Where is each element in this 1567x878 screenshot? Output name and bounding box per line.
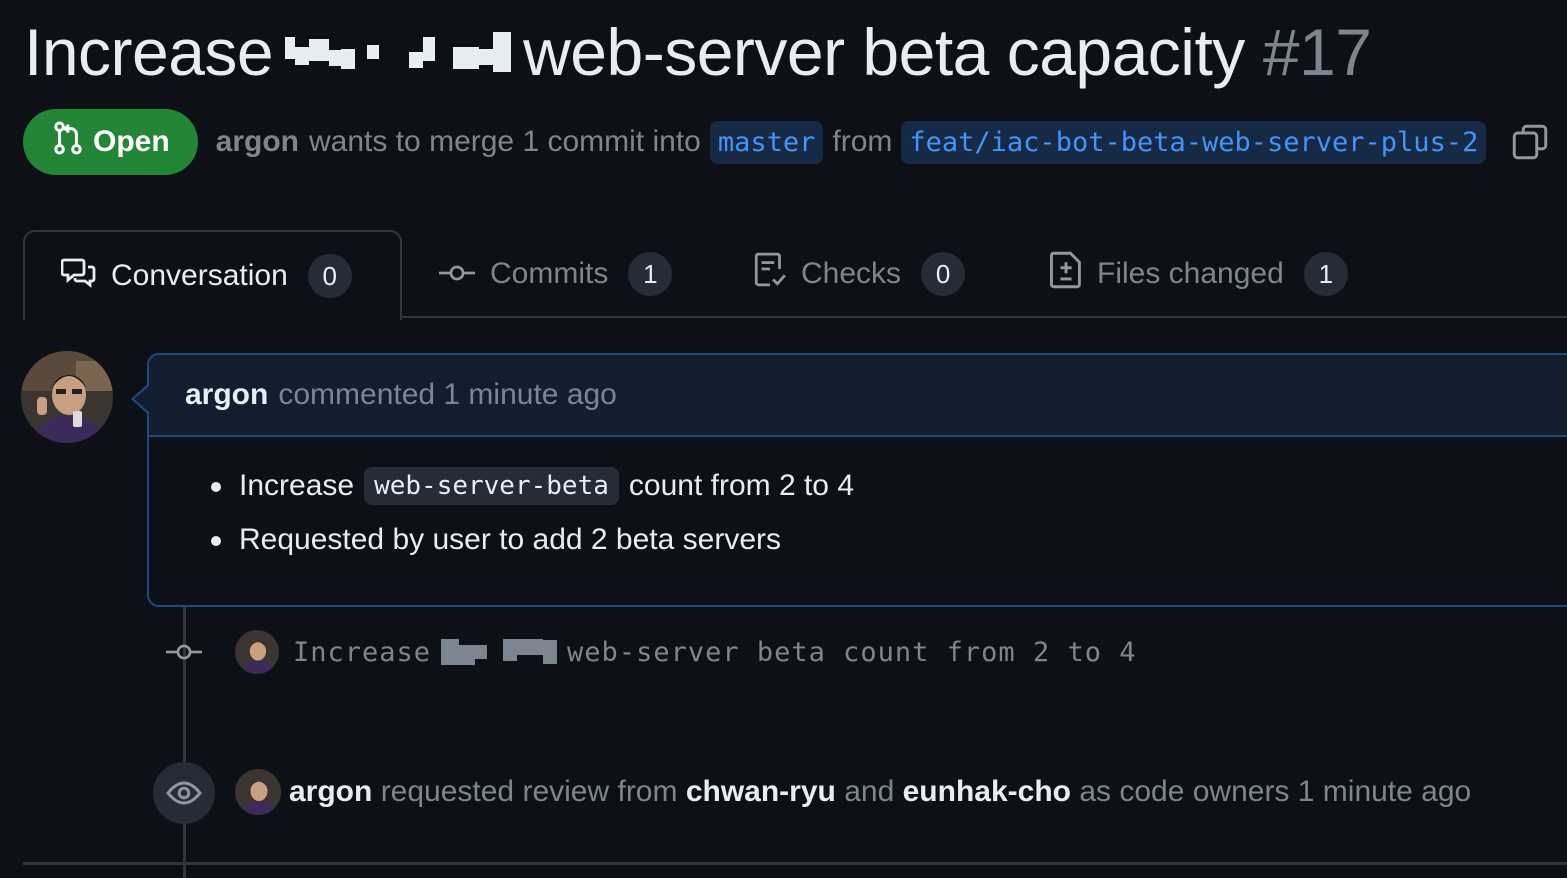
git-commit-icon <box>438 257 476 291</box>
comment-author-link[interactable]: argon <box>185 378 268 412</box>
commit-row: Increase web-server beta count from 2 to… <box>165 624 1136 680</box>
tab-label: Files changed <box>1097 257 1284 290</box>
reviewer-link[interactable]: chwan-ryu <box>686 775 836 809</box>
redacted-text-block <box>285 22 512 82</box>
event-author-link[interactable]: argon <box>289 775 372 809</box>
tab-label: Commits <box>490 257 609 290</box>
comment-timestamp: commented 1 minute ago <box>278 378 617 411</box>
avatar[interactable] <box>235 630 279 674</box>
from-text: from <box>832 125 893 158</box>
git-commit-icon <box>165 640 203 664</box>
avatar[interactable] <box>21 351 113 443</box>
checklist-icon <box>753 252 787 296</box>
tab-conversation[interactable]: Conversation 0 <box>23 230 402 320</box>
tab-counter: 0 <box>307 254 352 298</box>
tab-counter: 0 <box>921 252 966 296</box>
copy-icon[interactable] <box>1511 123 1549 161</box>
file-diff-icon <box>1049 251 1083 297</box>
divider <box>23 862 1567 865</box>
pr-tabs: Conversation 0 Commits 1 Checks 0 Files … <box>23 230 1567 320</box>
base-branch[interactable]: master <box>709 120 824 164</box>
redacted-text-block <box>441 637 558 667</box>
list-item: Requested by user to add 2 beta servers <box>211 513 1567 567</box>
tab-counter: 1 <box>1303 252 1348 296</box>
comment-discussion-icon <box>60 256 97 296</box>
pr-author-link[interactable]: argon <box>216 125 299 159</box>
review-request-event: argon requested review from chwan-ryu an… <box>289 775 1472 809</box>
tab-counter: 1 <box>628 252 673 296</box>
commit-message-link[interactable]: Increase web-server beta count from 2 to… <box>293 637 1136 668</box>
open-state-badge: Open <box>23 109 198 175</box>
comment-body: Increase web-server-beta count from 2 to… <box>149 437 1567 567</box>
pr-status-row: Open argon wants to merge 1 commit into … <box>23 109 1549 175</box>
pr-title-start: Increase <box>24 15 274 89</box>
tab-label: Checks <box>801 257 902 290</box>
comment-box: argon commented 1 minute ago Increase we… <box>131 353 1567 607</box>
tab-files-changed[interactable]: Files changed 1 <box>1049 230 1348 318</box>
inline-code: web-server-beta <box>364 467 619 505</box>
merge-text: wants to merge 1 commit into <box>309 125 701 158</box>
tab-checks[interactable]: Checks 0 <box>753 230 966 318</box>
tab-label: Conversation <box>111 259 288 292</box>
comment-header: argon commented 1 minute ago <box>149 355 1567 437</box>
state-label: Open <box>93 125 170 158</box>
pr-title-end: web-server beta capacity <box>523 15 1245 89</box>
avatar[interactable] <box>235 769 281 815</box>
head-branch[interactable]: feat/iac-bot-beta-web-server-plus-2 <box>901 120 1487 164</box>
tab-commits[interactable]: Commits 1 <box>438 230 673 318</box>
pr-number: #17 <box>1262 15 1372 89</box>
reviewer-link[interactable]: eunhak-cho <box>903 775 1071 809</box>
merge-info: argon wants to merge 1 commit into maste… <box>216 120 1496 164</box>
git-pull-request-icon <box>53 121 83 163</box>
eye-icon <box>153 762 215 824</box>
pr-title: Increase web-server beta capacity #17 <box>24 10 1372 94</box>
list-item: Increase web-server-beta count from 2 to… <box>211 459 1567 513</box>
